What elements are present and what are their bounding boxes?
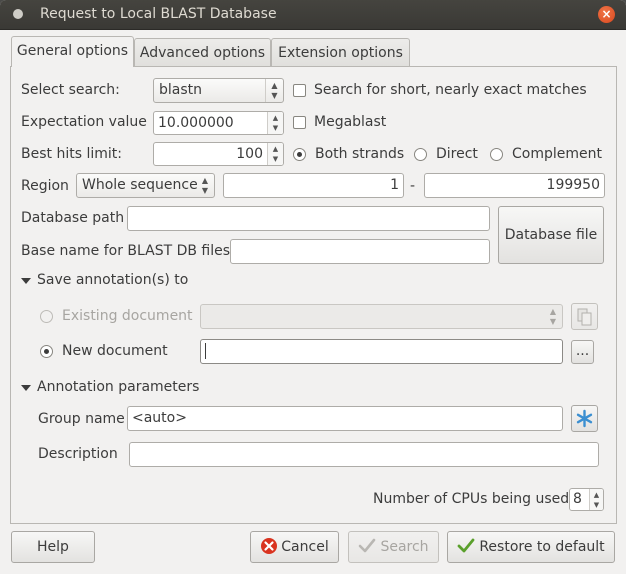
short-matches-label: Search for short, nearly exact matches	[314, 82, 587, 98]
updown-arrows-icon: ▲ ▼	[549, 307, 557, 326]
close-icon[interactable]: ×	[598, 6, 615, 23]
new-document-label: New document	[62, 343, 168, 359]
cpus-label: Number of CPUs being used	[373, 491, 570, 507]
region-end-field[interactable]: 199950	[424, 173, 605, 198]
megablast-label: Megablast	[314, 114, 387, 130]
asterisk-icon	[576, 409, 593, 428]
new-document-radio[interactable]	[40, 345, 53, 358]
updown-arrows-icon: ▲ ▼	[265, 79, 283, 102]
title-bar: Request to Local BLAST Database ×	[0, 0, 626, 30]
short-matches-checkbox[interactable]	[293, 84, 306, 97]
document-icon	[577, 308, 592, 326]
direct-strand-label: Direct	[436, 146, 478, 162]
both-strands-radio[interactable]	[293, 148, 306, 161]
collapse-arrow-icon[interactable]	[21, 385, 31, 391]
save-annotation-header[interactable]: Save annotation(s) to	[37, 272, 188, 288]
help-button[interactable]: Help	[11, 531, 95, 563]
complement-strand-label: Complement	[512, 146, 602, 162]
cpus-spinbox[interactable]: 8 ▲ ▼	[569, 488, 604, 511]
best-hits-label: Best hits limit:	[21, 146, 122, 162]
region-separator: -	[410, 178, 416, 194]
text-cursor	[205, 343, 206, 359]
search-type-value: blastn	[159, 82, 203, 98]
existing-document-select[interactable]: ▲ ▼	[200, 304, 563, 329]
base-name-field[interactable]	[230, 239, 490, 264]
megablast-checkbox[interactable]	[293, 116, 306, 129]
existing-document-label: Existing document	[62, 308, 193, 324]
direct-strand-radio[interactable]	[414, 148, 427, 161]
search-button[interactable]: Search	[348, 531, 439, 563]
cpus-value: 8	[573, 491, 582, 507]
group-name-field[interactable]: <auto>	[127, 406, 563, 431]
expectation-label: Expectation value	[21, 114, 147, 130]
restore-default-label: Restore to default	[479, 539, 605, 555]
cancel-label: Cancel	[281, 539, 329, 555]
best-hits-spinbox[interactable]: 100 ▲ ▼	[153, 142, 284, 166]
region-label: Region	[21, 178, 69, 194]
app-icon	[13, 9, 23, 19]
group-name-label: Group name	[38, 411, 125, 427]
new-document-field[interactable]	[200, 339, 563, 364]
updown-arrows-icon: ▲ ▼	[201, 176, 209, 195]
expectation-spinbox[interactable]: 10.000000 ▲ ▼	[153, 111, 284, 135]
database-path-label: Database path	[21, 210, 125, 226]
spin-arrows-icon[interactable]: ▲ ▼	[267, 112, 283, 134]
new-document-browse-button[interactable]: ...	[571, 340, 594, 364]
restore-default-button[interactable]: Restore to default	[447, 531, 615, 563]
expectation-value: 10.000000	[158, 115, 234, 131]
spin-arrows-icon[interactable]: ▲ ▼	[267, 143, 283, 165]
base-name-label: Base name for BLAST DB files	[21, 243, 231, 259]
existing-document-radio[interactable]	[40, 310, 53, 323]
description-field[interactable]	[129, 442, 599, 467]
spin-arrows-icon[interactable]: ▲ ▼	[589, 489, 603, 510]
search-type-select[interactable]: blastn ▲ ▼	[153, 78, 284, 103]
cancel-button[interactable]: Cancel	[250, 531, 339, 563]
database-file-button[interactable]: Database file	[498, 206, 604, 264]
existing-document-browse-button[interactable]	[571, 303, 598, 330]
window-title: Request to Local BLAST Database	[40, 6, 277, 22]
tab-general-options[interactable]: General options	[11, 36, 134, 67]
database-path-field[interactable]	[127, 206, 490, 231]
blast-dialog: Request to Local BLAST Database × Genera…	[0, 0, 626, 574]
tab-advanced-options[interactable]: Advanced options	[134, 38, 271, 67]
best-hits-value: 100	[236, 146, 263, 162]
search-label: Search	[380, 539, 429, 555]
collapse-arrow-icon[interactable]	[21, 278, 31, 284]
checkmark-icon	[359, 538, 376, 553]
both-strands-label: Both strands	[315, 146, 405, 162]
annotation-parameters-header[interactable]: Annotation parameters	[37, 379, 199, 395]
select-search-label: Select search:	[21, 82, 120, 98]
region-mode-value: Whole sequence	[82, 177, 198, 193]
checkmark-icon	[457, 538, 475, 553]
region-select[interactable]: Whole sequence ▲ ▼	[76, 173, 215, 198]
region-start-field[interactable]: 1	[223, 173, 404, 198]
description-label: Description	[38, 446, 118, 462]
group-name-auto-button[interactable]	[571, 405, 598, 432]
tab-extension-options[interactable]: Extension options	[271, 38, 410, 67]
complement-strand-radio[interactable]	[490, 148, 503, 161]
cancel-icon	[261, 538, 278, 554]
